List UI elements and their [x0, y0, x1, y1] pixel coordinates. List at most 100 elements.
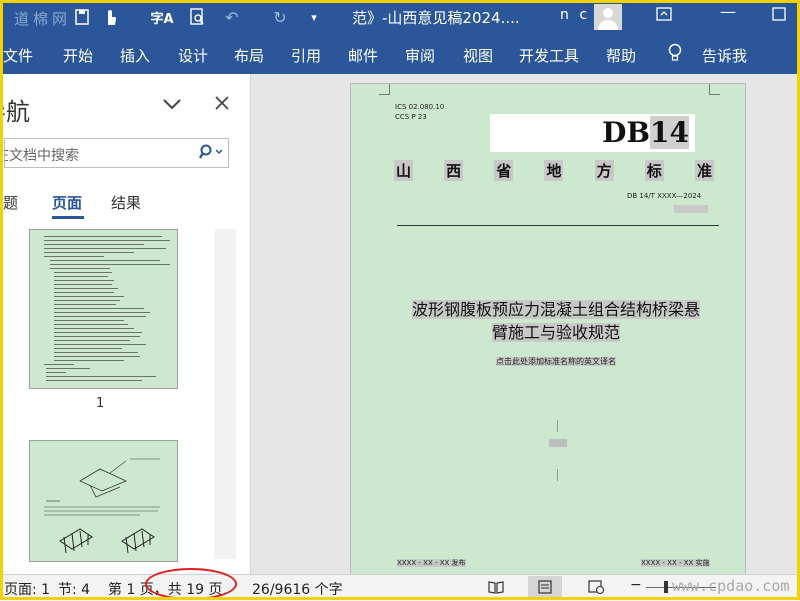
- lightbulb-icon[interactable]: [668, 43, 682, 63]
- status-section[interactable]: 节: 4: [58, 579, 90, 599]
- web-layout-icon[interactable]: [588, 580, 604, 594]
- print-layout-icon: [538, 580, 552, 594]
- thumbnail-text-line: [54, 288, 118, 289]
- maximize-button[interactable]: [772, 6, 786, 25]
- crop-mark-top-right: [709, 84, 720, 95]
- zoom-out-button[interactable]: −: [630, 577, 642, 593]
- document-title: 范》-山西意见稿2024....: [352, 9, 520, 27]
- english-title-text: 点击此处添加标准名称的英文译名: [496, 357, 616, 366]
- db-code-box: DB14: [490, 114, 695, 152]
- ics-code: ICS 02.080.10 CCS P 23: [395, 102, 444, 122]
- minimize-button[interactable]: —: [720, 2, 736, 21]
- spelling-icon[interactable]: 字A: [150, 6, 174, 28]
- thumbnail-text-line: [54, 348, 122, 349]
- text-cursor-lower: [557, 469, 558, 481]
- tab-developer[interactable]: 开发工具: [519, 45, 579, 66]
- tell-me-search[interactable]: 告诉我: [702, 45, 747, 66]
- redo-icon[interactable]: ↻: [268, 6, 292, 28]
- ribbon-tabs: 文件 开始 插入 设计 布局 引用 邮件 审阅 视图 开发工具 帮助 告诉我: [0, 34, 800, 74]
- implement-date-text: XXXX - XX - XX 实施: [641, 559, 710, 567]
- province-char: 省: [494, 160, 514, 181]
- save-icon[interactable]: [72, 6, 92, 28]
- tab-file[interactable]: 文件: [3, 45, 33, 66]
- thumbnail-text-line: [44, 256, 104, 257]
- navigation-pane: 导航 在文档中搜索 标题 页面 结果 1: [0, 74, 251, 574]
- db-prefix: DB: [602, 116, 651, 149]
- customize-icon[interactable]: ▾: [306, 6, 322, 28]
- thumbnail-text-line: [50, 260, 160, 261]
- thumbnail-text-line: [54, 336, 140, 337]
- thumbnail-text-line: [54, 308, 144, 309]
- db-code: DB14: [602, 116, 689, 149]
- tab-home[interactable]: 开始: [63, 45, 93, 66]
- tab-layout[interactable]: 布局: [234, 45, 264, 66]
- tab-headings[interactable]: 标题: [0, 192, 18, 213]
- user-name[interactable]: n c: [560, 7, 590, 23]
- tab-design[interactable]: 设计: [178, 45, 208, 66]
- watermark-bottom: www.cpdao.com: [672, 577, 790, 595]
- english-title-placeholder[interactable]: 点击此处添加标准名称的英文译名: [391, 356, 721, 367]
- tab-mailings[interactable]: 邮件: [348, 45, 378, 66]
- thumbnail-text-line: [46, 372, 66, 373]
- watermark-top: 道棉网: [14, 10, 72, 28]
- text-cursor-upper: [557, 420, 558, 432]
- province-char: 方: [594, 160, 614, 181]
- zoom-slider-thumb[interactable]: [664, 581, 668, 593]
- thumbnail-text-line: [54, 324, 128, 325]
- thumbnail-text-line: [44, 240, 170, 241]
- tab-review[interactable]: 审阅: [405, 45, 435, 66]
- tab-pages[interactable]: 页面: [52, 192, 82, 213]
- ccs-line: CCS P 23: [395, 113, 427, 121]
- ics-line: ICS 02.080.10: [395, 103, 445, 111]
- status-page[interactable]: 页面: 1: [4, 579, 50, 599]
- thumbnail-text-line: [44, 364, 74, 365]
- status-word-count[interactable]: 26/9616 个字: [252, 579, 343, 599]
- read-mode-icon[interactable]: [488, 580, 504, 594]
- thumbnail-text-line: [54, 356, 140, 357]
- content-control-highlight: [549, 439, 567, 447]
- thumbnail-text-line: [54, 320, 124, 321]
- title-line-1: 波形钢腹板预应力混凝土组合结构桥梁悬: [411, 300, 700, 319]
- document-page[interactable]: ICS 02.080.10 CCS P 23 DB14 山 西 省 地 方 标 …: [350, 83, 746, 575]
- standard-number: DB 14/T XXXX—2024: [627, 192, 702, 200]
- page-thumbnail-2[interactable]: [29, 440, 178, 562]
- print-preview-icon[interactable]: [186, 6, 208, 28]
- tab-references[interactable]: 引用: [291, 45, 321, 66]
- touch-mode-icon[interactable]: [98, 6, 122, 28]
- tab-view[interactable]: 视图: [463, 45, 493, 66]
- status-bar: 页面: 1 节: 4 第 1 页，共 19 页 26/9616 个字 − www…: [0, 574, 800, 601]
- implement-date: XXXX - XX - XX 实施: [641, 558, 710, 568]
- thumbnail-text-line: [54, 312, 150, 313]
- thumbnail-text-line: [50, 268, 110, 269]
- nav-search-box[interactable]: 在文档中搜索: [4, 138, 229, 168]
- thumbnail-text-line: [54, 340, 130, 341]
- thumbnail-text-line: [54, 304, 116, 305]
- close-icon[interactable]: [214, 92, 230, 116]
- undo-icon[interactable]: ↶: [220, 6, 244, 28]
- thumbnail-text-line: [54, 276, 108, 277]
- issue-date: XXXX - XX - XX 发布: [397, 558, 466, 568]
- thumbnail-diagram: [44, 458, 160, 554]
- thumbnail-text-line: [54, 272, 112, 273]
- thumbnail-text-line: [54, 328, 134, 329]
- search-input[interactable]: 在文档中搜索: [5, 145, 79, 165]
- thumbnail-text-line: [50, 264, 170, 265]
- thumbnail-text-line: [54, 300, 120, 301]
- ribbon-display-icon[interactable]: [656, 6, 672, 26]
- tab-help[interactable]: 帮助: [606, 45, 636, 66]
- nav-scrollbar[interactable]: [214, 229, 236, 559]
- province-char: 地: [544, 160, 564, 181]
- avatar-head: [603, 8, 613, 18]
- user-avatar[interactable]: [594, 4, 622, 30]
- thumbnail-text-line: [44, 252, 134, 253]
- nav-title: 导航: [0, 98, 30, 126]
- tab-insert[interactable]: 插入: [120, 45, 150, 66]
- thumbnail-text-line: [54, 292, 114, 293]
- thumbnail-text-line: [44, 236, 162, 237]
- page-thumbnail-1[interactable]: [29, 229, 178, 389]
- search-icon[interactable]: [198, 144, 223, 164]
- chevron-down-icon[interactable]: [162, 92, 182, 116]
- thumbnail-text-line: [54, 332, 142, 333]
- thumbnail-text-line: [46, 376, 156, 377]
- tab-results[interactable]: 结果: [111, 192, 141, 213]
